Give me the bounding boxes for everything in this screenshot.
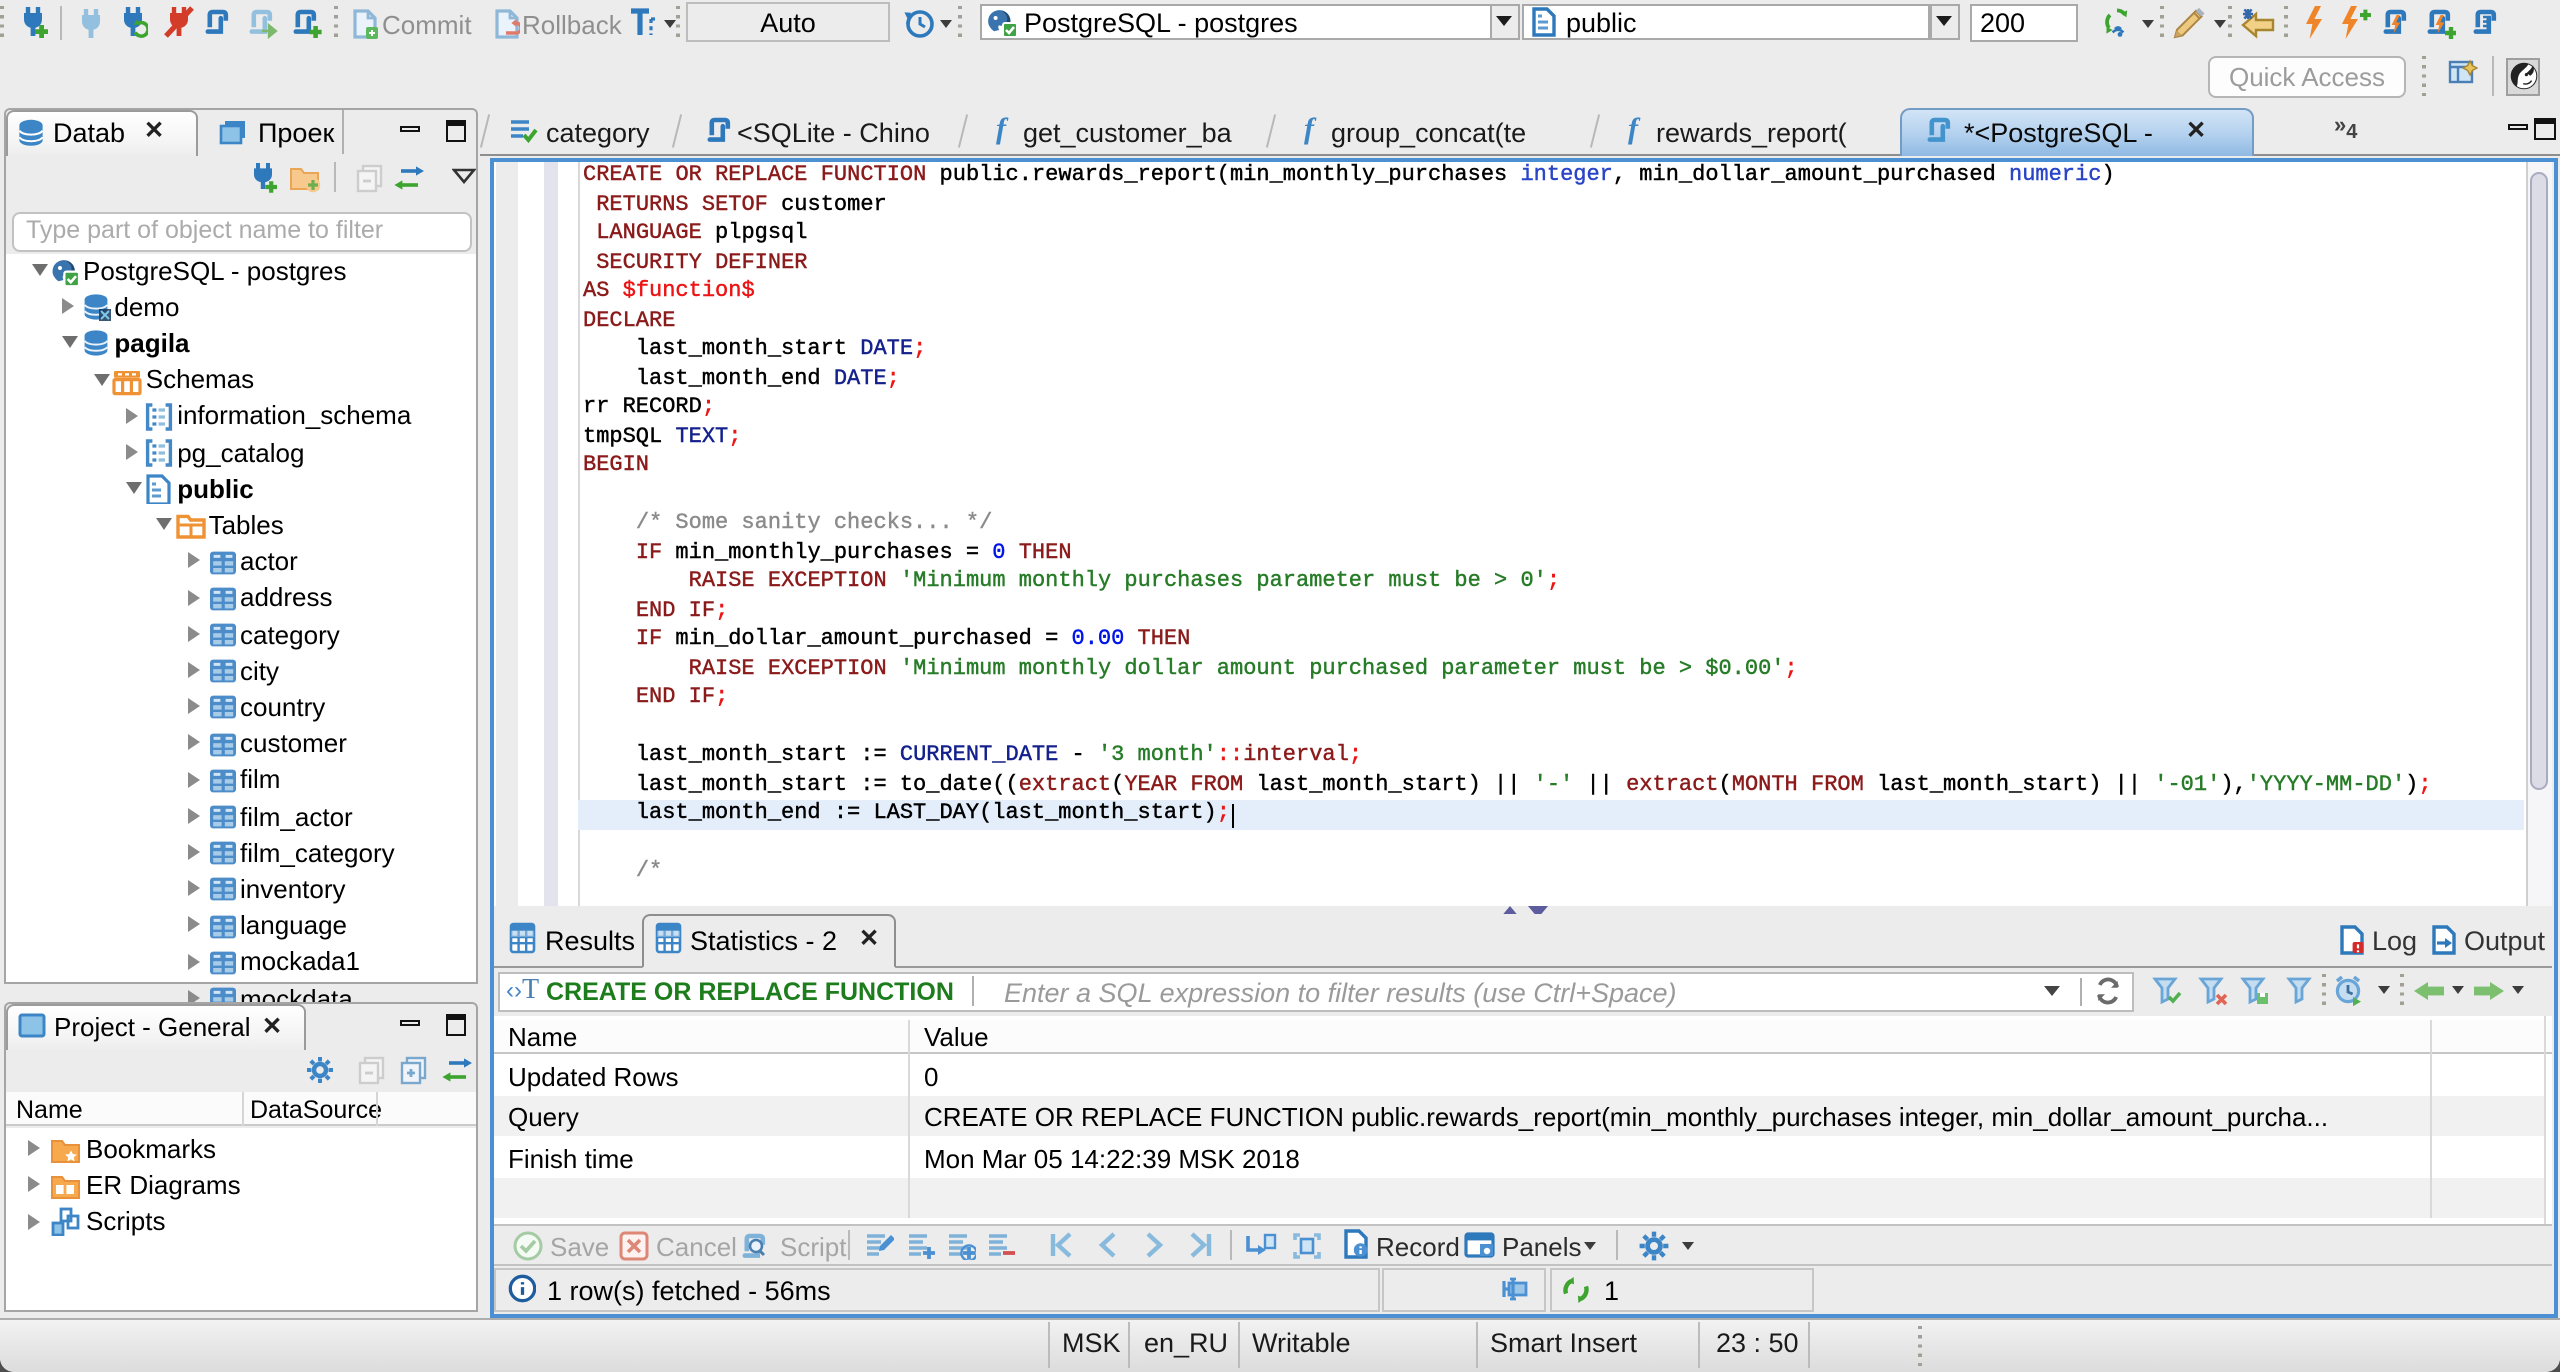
svg-text:f: f	[1628, 114, 1641, 145]
svg-text:f: f	[1303, 114, 1316, 145]
svg-text:f: f	[995, 114, 1008, 145]
